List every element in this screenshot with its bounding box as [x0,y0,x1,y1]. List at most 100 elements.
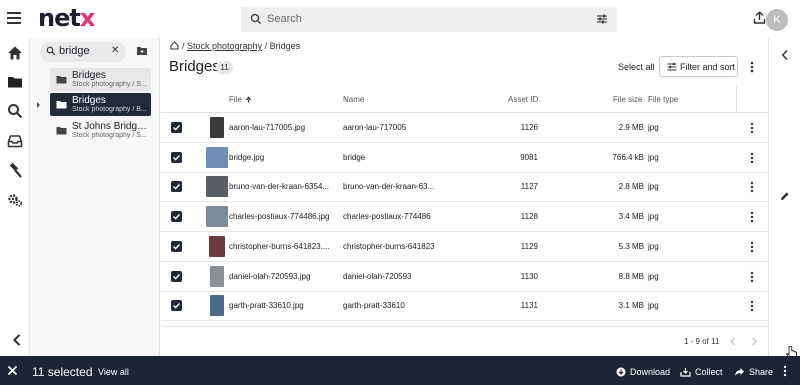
inbox-icon[interactable] [6,132,24,150]
more-vert-icon[interactable] [782,365,788,377]
more-vert-icon[interactable] [749,122,755,134]
search-bar[interactable]: Search [241,7,617,32]
cell-file[interactable]: daniel-olah-720593.jpg [229,272,310,281]
tree-item[interactable]: Bridges Stock photography / B... [50,93,151,116]
upload-icon[interactable] [753,11,766,25]
chevron-right-icon[interactable] [750,337,758,346]
cell-file-size: 3.4 MB [618,212,644,222]
tree-item-path: Stock photography / S... [72,132,147,139]
new-folder-icon[interactable] [136,45,148,56]
check-icon [173,303,181,309]
avatar[interactable]: K [766,9,788,31]
expand-caret-icon[interactable] [37,102,40,108]
select-all-button[interactable]: Select all [618,62,655,72]
row-checkbox[interactable] [171,122,182,133]
cell-file[interactable]: garth-pratt-33610.jpg [229,301,304,310]
check-icon [173,273,181,280]
share-button[interactable]: Share [734,367,773,377]
more-vert-icon[interactable] [749,300,755,312]
thumbnail-image[interactable] [206,206,228,228]
cell-file[interactable]: bridge.jpg [229,153,264,162]
thumbnail-image[interactable] [210,295,224,317]
tune-icon[interactable] [596,13,608,25]
table-row[interactable]: charles-postiaux-774486.jpg charles-posti… [161,202,768,233]
search-icon[interactable] [6,102,24,120]
logo[interactable]: netx [38,4,96,32]
table-row[interactable]: bruno-van-der-kraan-6354... bruno-van-der… [161,172,768,203]
home-icon[interactable] [6,44,24,62]
collect-button[interactable]: Collect [680,367,723,377]
tree-item-title: St Johns Bridge ... [72,121,148,132]
folder-icon[interactable] [6,73,24,91]
cell-file[interactable]: charles-postiaux-774486.jpg [229,212,330,221]
row-checkbox[interactable] [171,240,182,252]
cell-asset-id: 1128 [520,212,538,222]
column-header-name[interactable]: Name [343,95,364,104]
cell-file-type: jpg [648,271,659,281]
chevron-left-icon[interactable] [781,49,789,61]
cell-name: aaron-lau-717005 [343,123,407,132]
thumbnail-image[interactable] [206,146,228,168]
logo-accent: x [79,4,96,32]
cell-asset-id: 9081 [520,152,538,162]
cell-file[interactable]: bruno-van-der-kraan-6354... [229,182,329,191]
tree-item[interactable]: Bridges Stock photography / S... [50,68,151,91]
chevron-left-icon[interactable] [8,331,26,349]
thumbnail-image[interactable] [210,265,224,287]
download-button[interactable]: Download [616,367,670,377]
check-icon [173,184,181,190]
page-title: Bridges [169,58,220,75]
table-row[interactable]: daniel-olah-720593.jpg daniel-olah-720593… [161,262,768,292]
thumbnail-image[interactable] [209,235,225,257]
tree-item[interactable]: St Johns Bridge ... Stock photography / S… [50,119,151,142]
breadcrumb-item-0[interactable]: Stock photography [187,41,262,51]
cell-file[interactable]: aaron-lau-717005.jpg [229,123,305,132]
cell-name: bruno-van-der-kraan-63... [343,182,435,192]
more-vert-icon[interactable] [749,60,755,74]
more-vert-icon[interactable] [749,211,755,223]
tree-item-path: Stock photography / S... [72,81,147,88]
column-header-file-size[interactable]: File size [613,95,642,104]
table-row[interactable]: garth-pratt-33610.jpg garth-pratt-33610 11… [161,291,768,322]
more-vert-icon[interactable] [749,152,755,164]
count-badge: 11 [216,61,233,74]
table-row[interactable]: bridge.jpg bridge 9081 766.4 kB jpg [161,143,768,173]
cell-asset-id: 1130 [520,271,538,281]
settings-icon[interactable] [6,191,24,209]
pagination-text: 1 - 9 of 11 [684,337,720,346]
share-label: Share [749,367,774,377]
folder-search-input[interactable]: bridge ✕ [40,42,126,62]
cell-name: charles-postiaux-774486 [343,212,431,222]
cell-file-type: jpg [648,123,659,132]
home-icon[interactable] [170,41,179,50]
row-checkbox[interactable] [171,300,182,312]
column-header-asset-id[interactable]: Asset ID [508,95,538,104]
column-header-file-type[interactable]: File type [648,95,678,104]
search-placeholder: Search [267,13,302,25]
more-vert-icon[interactable] [749,241,755,253]
row-checkbox[interactable] [171,151,182,163]
row-checkbox[interactable] [171,211,182,223]
pencil-icon[interactable] [780,191,790,201]
more-vert-icon[interactable] [749,181,755,193]
folder-icon [56,101,67,109]
cell-file[interactable]: christopher-burns-641823.... [229,242,330,251]
row-checkbox[interactable] [171,181,182,193]
close-icon[interactable]: ✕ [111,45,119,56]
hamburger-icon[interactable] [7,12,21,24]
column-header-file[interactable]: File [229,95,242,104]
row-checkbox[interactable] [171,270,182,282]
chevron-left-icon[interactable] [729,337,737,346]
thumbnail-image[interactable] [210,117,224,138]
filter-sort-button[interactable]: Filter and sort [659,56,738,77]
arrow-up-icon[interactable] [245,96,252,103]
view-all-button[interactable]: View all [98,367,129,377]
cell-file-type: jpg [648,301,659,311]
check-icon [173,154,181,161]
table-row[interactable]: aaron-lau-717005.jpg aaron-lau-717005 1126… [161,113,768,143]
more-vert-icon[interactable] [749,271,755,283]
table-row[interactable]: christopher-burns-641823.... christopher-… [161,232,768,262]
hammer-icon[interactable] [6,162,24,180]
close-icon[interactable] [7,365,18,376]
thumbnail-image[interactable] [206,176,228,198]
